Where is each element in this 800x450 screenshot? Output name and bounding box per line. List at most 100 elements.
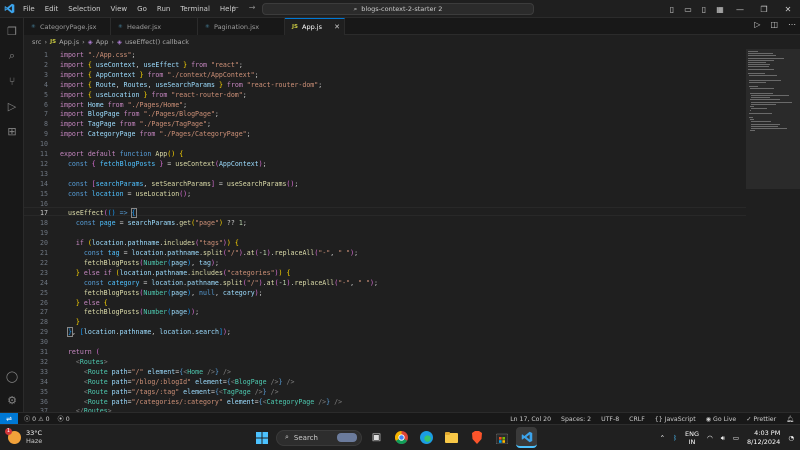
run-debug-icon[interactable]: ▷	[0, 95, 24, 117]
code-line[interactable]: 25 fetchBlogPosts(Number(page), null, ca…	[24, 289, 746, 298]
code-line[interactable]: 17 useEffect(() => {	[24, 208, 746, 219]
code-line[interactable]: 32 <Routes>	[24, 358, 746, 367]
menu-file[interactable]: File	[18, 5, 40, 13]
code-line[interactable]: 23 } else if (location.pathname.includes…	[24, 269, 746, 278]
code-line[interactable]: 7 import BlogPage from "./Pages/BlogPage"…	[24, 110, 746, 119]
more-actions-icon[interactable]: ⋯	[788, 20, 796, 29]
breadcrumb-file[interactable]: App.js	[59, 38, 79, 46]
code-line[interactable]: 24 const category = location.pathname.sp…	[24, 279, 746, 288]
code-line[interactable]: 22 fetchBlogPosts(Number(page), tag);	[24, 259, 746, 268]
tab-app-js[interactable]: JS App.js ✕	[285, 18, 345, 35]
clock[interactable]: 4:03 PM 8/12/2024	[747, 429, 780, 447]
breadcrumb-folder[interactable]: src	[32, 38, 42, 46]
battery-icon[interactable]: ▭	[733, 434, 739, 442]
maximize-button[interactable]: ❐	[752, 5, 776, 14]
prettier-button[interactable]: ✓ Prettier	[746, 416, 776, 423]
menu-go[interactable]: Go	[132, 5, 152, 13]
language-mode[interactable]: {} JavaScript	[655, 416, 696, 423]
weather-widget[interactable]: 1 33°C Haze	[5, 427, 42, 445]
extensions-icon[interactable]: ⊞	[0, 120, 24, 142]
line-ending[interactable]: CRLF	[629, 416, 645, 423]
code-line[interactable]: 29 }, [location.pathname, location.searc…	[24, 327, 746, 338]
chrome-icon[interactable]	[391, 427, 412, 448]
menu-edit[interactable]: Edit	[40, 5, 64, 13]
taskbar-search[interactable]: ⌕ Search	[276, 429, 362, 446]
chevron-up-icon[interactable]: ⌃	[660, 434, 665, 442]
source-control-icon[interactable]: ⑂	[0, 70, 24, 92]
command-center-search[interactable]: ⌕ blogs-context-2-starter 2	[262, 3, 534, 15]
toggle-panel-icon[interactable]: ▭	[680, 5, 696, 14]
split-editor-icon[interactable]: ◫	[770, 20, 778, 29]
breadcrumb-symbol-callback[interactable]: useEffect() callback	[125, 38, 189, 46]
customize-layout-icon[interactable]: ▦	[712, 5, 728, 14]
code-line[interactable]: 26 } else {	[24, 299, 746, 308]
code-line[interactable]: 9 import CategoryPage from "./Pages/Categ…	[24, 130, 746, 139]
code-line[interactable]: 27 fetchBlogPosts(Number(page));	[24, 308, 746, 317]
input-language[interactable]: ENG IN	[685, 430, 699, 446]
code-line[interactable]: 19	[24, 229, 746, 238]
explorer-icon[interactable]: ❐	[0, 20, 24, 42]
ports-indicator[interactable]: ⦿ 0	[58, 414, 70, 423]
code-line[interactable]: 14 const [searchParams, setSearchParams]…	[24, 180, 746, 189]
go-live-button[interactable]: ◉ Go Live	[706, 416, 737, 423]
remote-indicator-icon[interactable]: ⇌	[0, 412, 18, 425]
code-line[interactable]: 31 return (	[24, 348, 746, 357]
menu-terminal[interactable]: Terminal	[175, 5, 215, 13]
settings-gear-icon[interactable]: ⚙	[0, 389, 24, 411]
minimap[interactable]	[746, 49, 800, 412]
problems-indicator[interactable]: ⓧ 0 ⚠ 0	[24, 414, 50, 423]
code-line[interactable]: 18 const page = searchParams.get("page")…	[24, 219, 746, 228]
code-editor[interactable]: 1 import "./App.css"; 2 import { useContext…	[24, 49, 746, 412]
brave-icon[interactable]	[466, 427, 487, 448]
account-icon[interactable]: ◯	[0, 365, 24, 387]
code-line[interactable]: 15 const location = useLocation();	[24, 190, 746, 199]
tab-header[interactable]: ⚛ Header.jsx	[111, 18, 198, 35]
vscode-taskbar-icon[interactable]	[516, 427, 537, 448]
code-line[interactable]: 20 if (location.pathname.includes("tags"…	[24, 239, 746, 248]
encoding[interactable]: UTF-8	[601, 416, 619, 423]
toggle-secondary-sidebar-icon[interactable]: ▯	[696, 5, 712, 14]
notifications-bell-icon[interactable]: 🔔︎	[786, 415, 794, 423]
volume-icon[interactable]: 🔊︎	[721, 434, 725, 443]
code-line[interactable]: 35 <Route path="/tags/:tag" element={<Ta…	[24, 388, 746, 397]
menu-selection[interactable]: Selection	[63, 5, 105, 13]
menu-run[interactable]: Run	[152, 5, 175, 13]
toggle-primary-sidebar-icon[interactable]: ▯	[664, 5, 680, 14]
code-line[interactable]: 30	[24, 338, 746, 347]
wifi-icon[interactable]: ◠	[707, 434, 713, 442]
tab-pagination[interactable]: ⚛ Pagination.jsx	[198, 18, 285, 35]
code-line[interactable]: 4 import { Route, Routes, useSearchParams…	[24, 81, 746, 90]
code-line[interactable]: 2 import { useContext, useEffect } from "…	[24, 61, 746, 70]
close-button[interactable]: ✕	[776, 5, 800, 14]
indentation[interactable]: Spaces: 2	[561, 416, 591, 423]
code-line[interactable]: 34 <Route path="/blog/:blogId" element={…	[24, 378, 746, 387]
run-icon[interactable]: ▷	[754, 20, 760, 29]
bluetooth-icon[interactable]: ᛒ	[673, 434, 677, 442]
code-line[interactable]: 11 export default function App() {	[24, 150, 746, 159]
menu-view[interactable]: View	[106, 5, 133, 13]
minimize-button[interactable]: —	[728, 5, 752, 14]
code-line[interactable]: 10	[24, 140, 746, 149]
close-tab-icon[interactable]: ✕	[334, 23, 340, 31]
cursor-position[interactable]: Ln 17, Col 20	[510, 416, 551, 423]
code-line[interactable]: 36 <Route path="/categories/:category" e…	[24, 398, 746, 407]
code-line[interactable]: 13	[24, 170, 746, 179]
windows-start-icon[interactable]	[251, 427, 272, 448]
forward-arrow-icon[interactable]: →	[249, 3, 256, 12]
notifications-icon[interactable]: ◔	[788, 434, 794, 442]
search-view-icon[interactable]: ⌕	[0, 45, 24, 67]
task-view-icon[interactable]: ▣	[366, 427, 387, 448]
code-line[interactable]: 6 import Home from "./Pages/Home";	[24, 101, 746, 110]
code-line[interactable]: 33 <Route path="/" element={<Home />} />	[24, 368, 746, 377]
code-line[interactable]: 1 import "./App.css";	[24, 51, 746, 60]
code-line[interactable]: 3 import { AppContext } from "./context/A…	[24, 71, 746, 80]
file-explorer-icon[interactable]	[441, 427, 462, 448]
tab-categorypage[interactable]: ⚛ CategoryPage.jsx	[24, 18, 111, 35]
code-line[interactable]: 28 }	[24, 318, 746, 327]
code-line[interactable]: 21 const tag = location.pathname.split("…	[24, 249, 746, 258]
breadcrumb-symbol-app[interactable]: App	[96, 38, 109, 46]
code-line[interactable]: 8 import TagPage from "./Pages/TagPage";	[24, 120, 746, 129]
code-line[interactable]: 12 const { fetchBlogPosts } = useContext…	[24, 160, 746, 169]
store-icon[interactable]	[491, 427, 512, 448]
back-arrow-icon[interactable]: ←	[232, 3, 239, 12]
